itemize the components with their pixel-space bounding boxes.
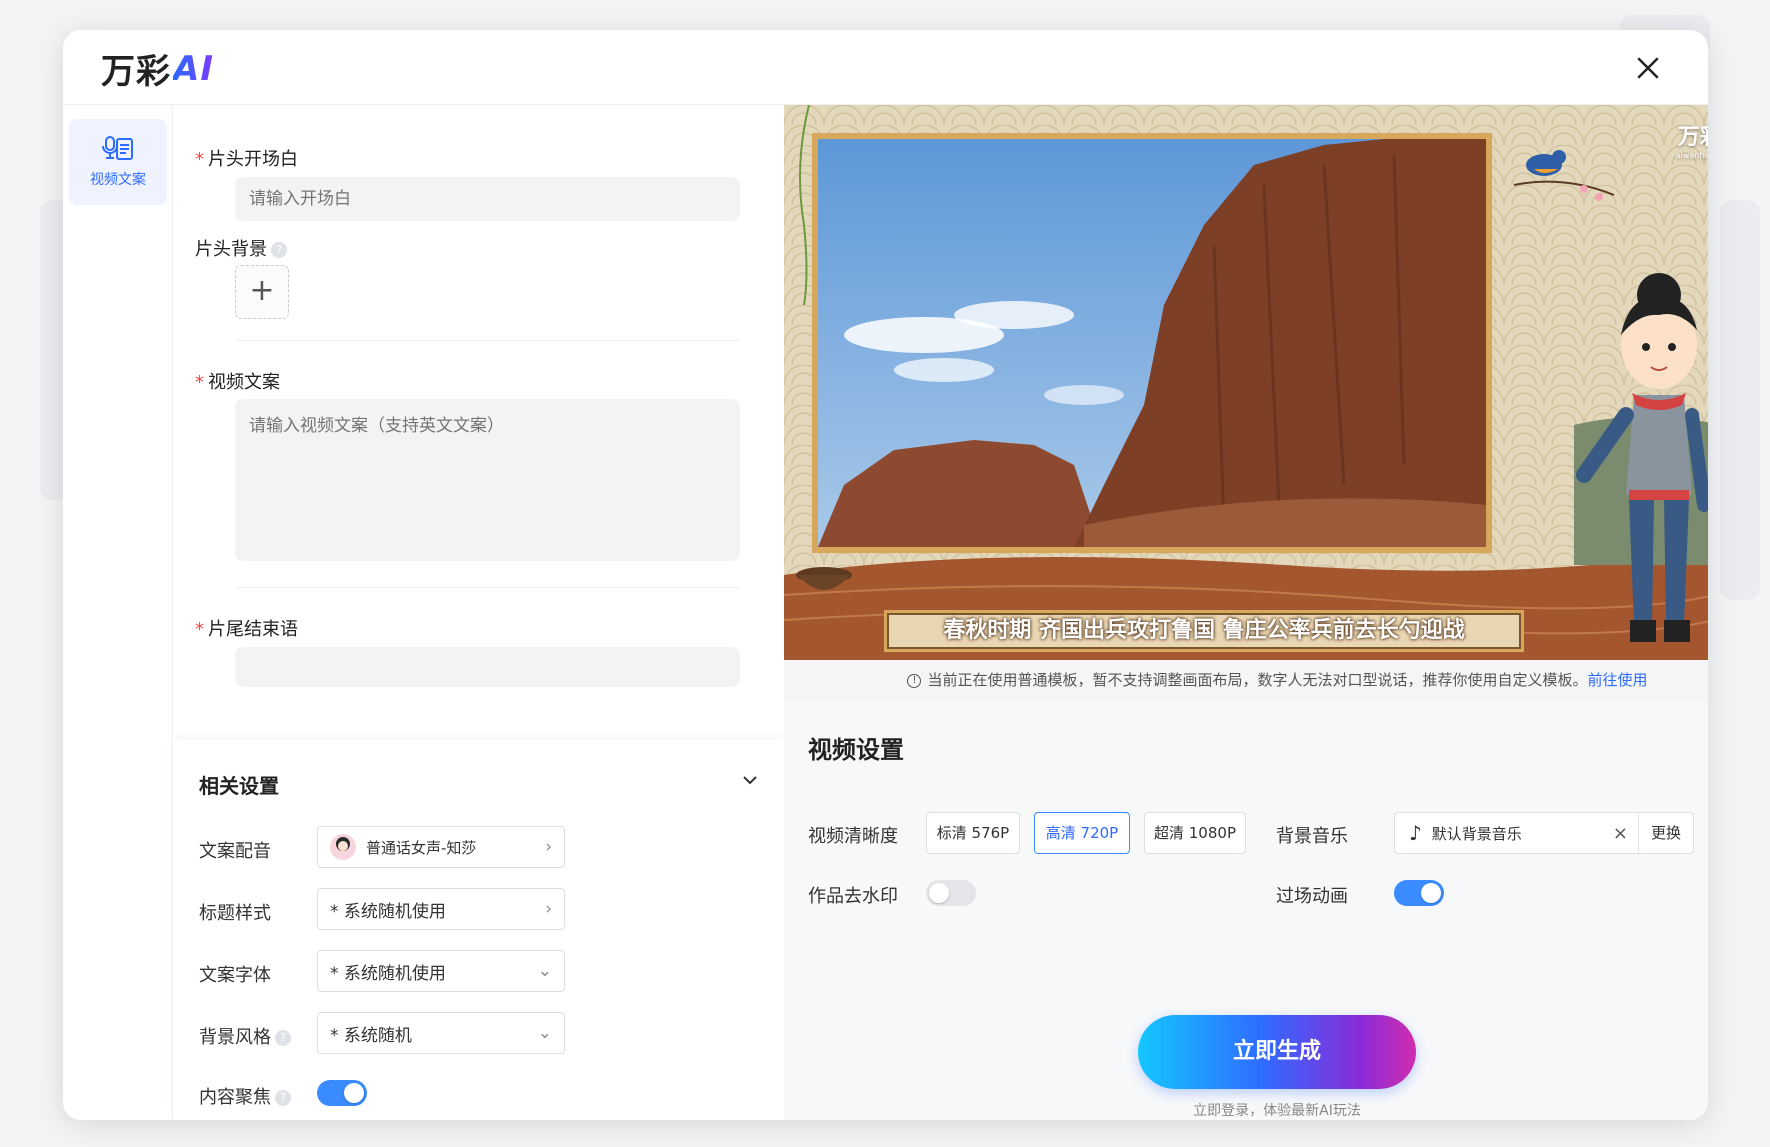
script-textarea[interactable] [235,399,740,561]
sidebar-item-label: 视频文案 [90,172,146,188]
remove-watermark-toggle[interactable] [926,880,976,906]
chevron-down-icon: ⌄ [537,1023,552,1043]
preview-subtitle: 春秋时期 齐国出兵攻打鲁国 鲁庄公率兵前去长勺迎战 [943,618,1465,643]
transition-toggle[interactable] [1394,880,1444,906]
script-label: * 视频文案 [195,372,280,393]
remove-watermark-label: 作品去水印 [808,886,898,907]
related-settings-title: 相关设置 [199,774,279,798]
generate-button[interactable]: 立即生成 [1138,1015,1416,1089]
clear-music-icon[interactable]: × [1613,823,1628,844]
focus-label: 内容聚焦? [199,1083,291,1109]
opening-bg-label: 片头背景? [195,235,287,261]
voice-label: 文案配音 [199,841,271,862]
chevron-right-icon: › [545,899,552,919]
opening-input[interactable] [235,177,740,221]
help-icon[interactable]: ? [275,1030,291,1046]
modal-header: 万彩 AI [63,30,1708,105]
divider [235,587,740,588]
quality-576p-button[interactable]: 标清 576P [926,812,1020,854]
opening-label: * 片头开场白 [195,149,298,170]
info-icon: ! [907,673,922,688]
music-label: 背景音乐 [1276,826,1348,847]
upload-bg-button[interactable]: + [235,265,289,319]
music-select[interactable]: ♪ 默认背景音乐 × 更换 [1394,812,1694,854]
help-icon[interactable]: ? [271,242,287,258]
quality-label: 视频清晰度 [808,826,898,847]
ending-label: * 片尾结束语 [195,619,298,640]
preview-image [784,105,1708,660]
ending-input[interactable] [235,647,740,687]
sidebar-item-video-script[interactable]: 视频文案 [69,119,167,205]
bg-style-select[interactable]: * 系统随机 ⌄ [317,1012,565,1054]
divider [235,340,740,341]
voice-select[interactable]: 普通话女声-知莎 › [317,826,565,868]
login-tip[interactable]: 立即登录，体验最新AI玩法 [1138,1100,1416,1120]
script-mic-icon [102,136,133,160]
chevron-right-icon: › [545,837,552,857]
music-note-icon: ♪ [1409,821,1422,845]
related-settings-panel: 相关设置 文案配音 普通话女声-知莎 › 标题样式 * 系统随机使用 › 文案字… [173,740,784,1120]
chevron-down-icon[interactable] [740,770,760,790]
chevron-down-icon: ⌄ [537,961,552,981]
go-use-link[interactable]: 前往使用 [1588,671,1648,689]
template-notice: ! 当前正在使用普通模板，暂不支持调整画面布局，数字人无法对口型说话，推荐你使用自… [784,660,1708,700]
voice-avatar [330,834,356,860]
logo: 万彩 AI [101,48,214,93]
focus-toggle[interactable] [317,1080,367,1106]
title-style-select[interactable]: * 系统随机使用 › [317,888,565,930]
font-select[interactable]: * 系统随机使用 ⌄ [317,950,565,992]
quality-1080p-button[interactable]: 超清 1080P [1144,812,1246,854]
transition-label: 过场动画 [1276,886,1348,907]
video-settings-panel: 视频设置 视频清晰度 标清 576P 高清 720P 超清 1080P 背景音乐… [784,700,1708,1120]
font-label: 文案字体 [199,965,271,986]
bg-style-label: 背景风格? [199,1023,291,1049]
preview-watermark: 万彩AI aiwanhao365.com [1675,125,1708,160]
video-preview: 万彩AI aiwanhao365.com 春秋时期 齐国出兵攻打鲁国 鲁庄公率兵… [784,105,1708,660]
change-music-button[interactable]: 更换 [1637,813,1693,853]
sidebar: 视频文案 [63,105,173,1120]
script-form: *片头开场白 片头背景? + *视频文案 *片尾结束语 [173,105,784,740]
help-icon[interactable]: ? [275,1090,291,1106]
title-style-label: 标题样式 [199,903,271,924]
video-settings-title: 视频设置 [808,736,904,764]
create-video-modal: 万彩AI 视频文案 *片头开场白 片头背景? + *视频文案 [63,30,1708,1120]
close-icon[interactable] [1630,50,1666,86]
quality-720p-button[interactable]: 高清 720P [1034,812,1130,854]
